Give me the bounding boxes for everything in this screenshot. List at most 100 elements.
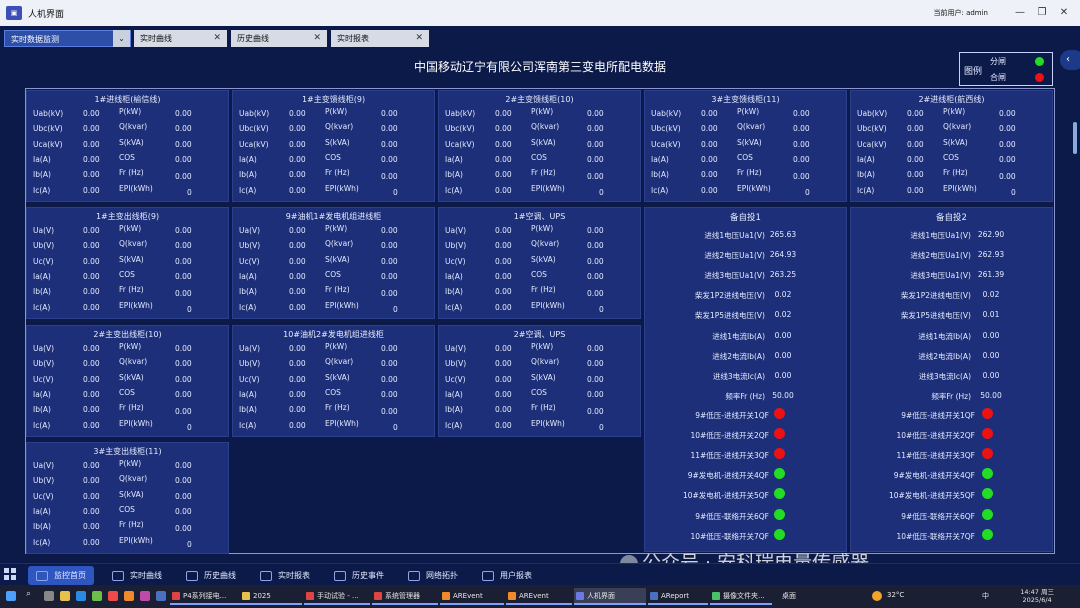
breaker-open-indicator — [982, 508, 993, 520]
maximize-button[interactable]: ❐ — [1032, 5, 1052, 21]
start-icon[interactable] — [6, 591, 16, 601]
side-expand-button[interactable]: ‹ — [1060, 50, 1080, 70]
edge-icon[interactable] — [76, 591, 86, 601]
measurement-value: 0.00 — [175, 226, 192, 235]
measurement-label: EPI(kWh) — [737, 183, 771, 193]
backup-label: 进线2电流Ib(A) — [918, 351, 971, 361]
measurement-label: Q(kvar) — [943, 122, 972, 132]
measurement-label: Q(kvar) — [119, 474, 148, 484]
taskview-icon[interactable] — [44, 591, 54, 601]
taskbar-item[interactable]: 摄像文件夹... — [710, 588, 772, 605]
data-panel: 1#主变出线柜(9) Ua(V) 0.00 P(kW) 0.00 Ub(V) 0.00 Q(k… — [26, 207, 229, 319]
measurement-value: 0.00 — [907, 154, 924, 164]
grid-menu-icon[interactable] — [4, 568, 16, 580]
app-icon[interactable] — [156, 591, 166, 601]
nav-history-curve[interactable]: 历史曲线 — [178, 566, 248, 585]
taskbar-item[interactable]: 2025 — [240, 588, 302, 605]
close-icon[interactable]: ✕ — [415, 30, 423, 47]
measurement-value: 0.00 — [83, 241, 100, 251]
measurement-label: Uca(kV) — [239, 139, 269, 149]
nav-realtime-report[interactable]: 实时报表 — [252, 566, 322, 585]
nav-label: 实时报表 — [278, 571, 310, 580]
tab-realtime-report[interactable]: 实时报表 ✕ — [331, 30, 429, 47]
app-icon[interactable] — [92, 591, 102, 601]
taskbar-item[interactable]: 手动试验 - ... — [304, 588, 370, 605]
legend-item-open: 分闸 — [990, 56, 1050, 67]
measurement-label: COS — [325, 152, 341, 162]
taskbar-item[interactable]: AReport — [648, 588, 708, 605]
tab-label: 实时数据监测 — [11, 35, 59, 44]
measurement-value: 0.00 — [175, 359, 192, 369]
language-indicator[interactable]: 中 — [982, 591, 989, 601]
close-icon[interactable]: ✕ — [213, 30, 221, 47]
app-icon[interactable] — [124, 591, 134, 601]
taskbar-label: AReport — [661, 592, 689, 600]
measurement-value: 0.00 — [175, 124, 192, 134]
measurement-label: EPI(kWh) — [325, 300, 359, 310]
legend-label: 分闸 — [990, 57, 1006, 66]
scrollbar[interactable] — [1073, 122, 1077, 154]
nav-realtime-curve[interactable]: 实时曲线 — [104, 566, 174, 585]
chevron-down-icon[interactable]: ⌄ — [113, 30, 130, 47]
measurement-value: 0.00 — [289, 170, 306, 180]
measurement-value: 0.00 — [83, 405, 100, 415]
taskbar-item[interactable]: AREvent — [506, 588, 572, 605]
tab-realtime-monitor[interactable]: 实时数据监测 ⌄ — [4, 30, 131, 47]
panel-title: 3#主变出线柜(11) — [93, 447, 162, 456]
measurement-label: P(kW) — [943, 107, 966, 116]
desktop-label[interactable]: 桌面 — [782, 591, 796, 601]
app-icon[interactable] — [140, 591, 150, 601]
backup-label: 柴发1P5进线电压(V) — [900, 311, 971, 321]
nav-history-events[interactable]: 历史事件 — [326, 566, 396, 585]
measurement-label: P(kW) — [119, 224, 142, 233]
taskbar-item-active[interactable]: 人机界面 — [574, 588, 646, 605]
measurement-value: 0.00 — [83, 302, 100, 312]
measurement-label: Ia(A) — [651, 154, 669, 164]
network-icon — [408, 570, 420, 581]
data-panel: 2#进线柜(航西线) Uab(kV) 0.00 P(kW) 0.00 Ubc(kV) 0.0… — [850, 90, 1053, 202]
taskbar-item[interactable]: AREvent — [440, 588, 504, 605]
measurement-value: 0.00 — [289, 241, 306, 251]
measurement-label: S(kVA) — [531, 254, 556, 264]
measurement-value: 0.00 — [587, 109, 604, 118]
breaker-closed-indicator — [982, 428, 993, 440]
backup-label: 进线1电流Ib(A) — [918, 331, 971, 341]
nav-network-topology[interactable]: 网络拓扑 — [400, 566, 470, 585]
taskbar-item[interactable]: P4系列接电... — [170, 588, 244, 605]
folder-icon — [242, 592, 250, 600]
switch-label: 10#低压-进线开关2QF — [896, 431, 975, 441]
close-icon[interactable]: ✕ — [313, 30, 321, 47]
measurement-value: 0.00 — [381, 407, 398, 417]
measurement-label: Ic(A) — [239, 185, 257, 195]
nav-home[interactable]: 监控首页 — [28, 566, 94, 585]
nav-user-report[interactable]: 用户报表 — [474, 566, 544, 585]
measurement-label: Ubc(kV) — [239, 124, 269, 134]
measurement-value: 0.00 — [587, 139, 604, 149]
explorer-icon[interactable] — [60, 591, 70, 601]
measurement-value: 0.00 — [381, 172, 398, 182]
measurement-value: 0.00 — [495, 109, 512, 118]
measurement-label: Ib(A) — [445, 405, 463, 415]
tab-realtime-curve[interactable]: 实时曲线 ✕ — [134, 30, 227, 47]
bottom-nav: 监控首页 实时曲线 历史曲线 实时报表 历史事件 网络拓扑 用户报表 — [0, 563, 1080, 585]
search-icon[interactable]: ⌕ — [26, 589, 36, 599]
minimize-button[interactable]: — — [1010, 5, 1030, 21]
measurement-value: 0.00 — [495, 359, 512, 369]
measurement-value: 0.00 — [587, 407, 604, 417]
taskbar-item[interactable]: 系统管理器 — [372, 588, 438, 605]
breaker-open-indicator — [774, 528, 785, 540]
green-dot-icon — [1035, 57, 1044, 66]
report-icon — [260, 570, 272, 581]
home-icon — [36, 570, 48, 581]
measurement-label: P(kW) — [325, 342, 348, 351]
measurement-value: 0.00 — [793, 154, 810, 164]
measurement-value: 0.00 — [381, 256, 398, 266]
close-button[interactable]: ✕ — [1054, 5, 1074, 21]
backup-label: 进线3电压Ua1(V) — [704, 271, 765, 281]
measurement-value: 0 — [599, 304, 604, 314]
measurement-value: 0.00 — [701, 185, 718, 195]
measurement-label: Uc(V) — [445, 374, 466, 384]
clock[interactable]: 14:47 周三 2025/6/4 — [1020, 588, 1054, 604]
tab-history-curve[interactable]: 历史曲线 ✕ — [231, 30, 327, 47]
app-icon[interactable] — [108, 591, 118, 601]
